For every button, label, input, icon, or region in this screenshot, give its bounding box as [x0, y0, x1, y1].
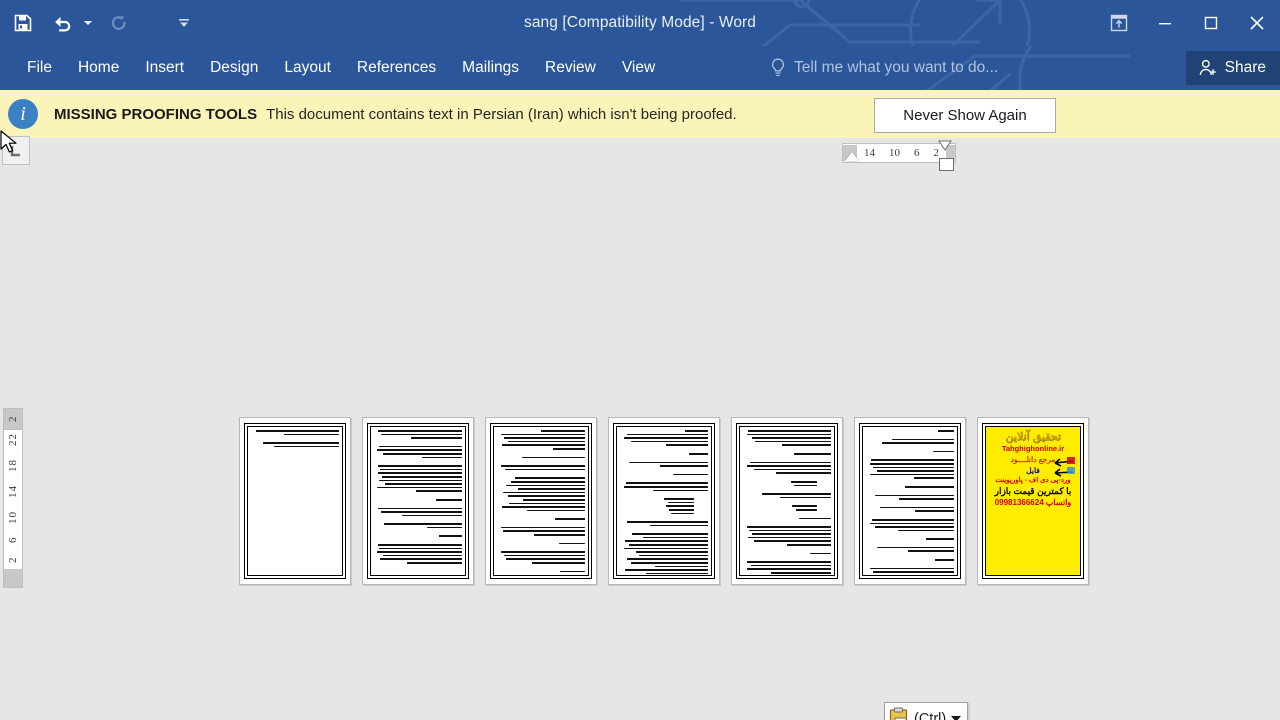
tab-review[interactable]: Review [532, 46, 609, 90]
advert-line-1: تحقیق آنلاین [1005, 431, 1061, 443]
hruler-tick-14: 14 [864, 147, 875, 159]
advert-line-4: فایل [1026, 466, 1040, 475]
word-window: sang [Compatibility Mode] - Word File Ho… [0, 0, 1280, 720]
tab-design[interactable]: Design [197, 46, 271, 90]
tab-mailings[interactable]: Mailings [449, 46, 532, 90]
advert-line-2: Tahghighonline.ir [1001, 444, 1065, 453]
ribbon-tab-strip: File Home Insert Design Layout Reference… [0, 46, 1280, 90]
page-thumbnail-6[interactable] [854, 417, 966, 585]
hruler-tick-10: 10 [889, 147, 900, 159]
never-show-again-button[interactable]: Never Show Again [874, 98, 1056, 133]
paste-options-label: (Ctrl) [914, 711, 947, 720]
share-button[interactable]: Share [1185, 51, 1280, 85]
hanging-indent-marker[interactable] [938, 140, 952, 151]
hruler-tick-6: 6 [914, 147, 920, 159]
ribbon-tabs: File Home Insert Design Layout Reference… [14, 46, 668, 90]
vruler-tick-10: 10 [7, 510, 19, 524]
share-label: Share [1224, 59, 1266, 76]
page-thumbnail-1[interactable] [239, 417, 351, 585]
page-thumbnails: تحقیق آنلاین Tahghighonline.ir مرجع دانل… [239, 417, 1100, 585]
page-thumbnail-7[interactable]: تحقیق آنلاین Tahghighonline.ir مرجع دانل… [977, 417, 1089, 585]
mouse-pointer-icon [0, 130, 17, 153]
tab-insert[interactable]: Insert [132, 46, 197, 90]
advert-content: تحقیق آنلاین Tahghighonline.ir مرجع دانل… [986, 427, 1080, 575]
first-line-indent-marker[interactable] [845, 152, 859, 161]
page-thumbnail-3[interactable] [485, 417, 597, 585]
chevron-down-icon[interactable] [951, 716, 962, 720]
tab-file[interactable]: File [14, 46, 65, 90]
ribbon-display-options-icon[interactable] [1096, 0, 1142, 46]
left-indent-marker[interactable] [939, 158, 954, 171]
vertical-ruler[interactable]: 2 6 10 14 18 22 [3, 408, 23, 588]
window-controls [1096, 0, 1280, 46]
tab-home[interactable]: Home [65, 46, 132, 90]
title-bar: sang [Compatibility Mode] - Word [0, 0, 1280, 46]
lightbulb-icon [772, 58, 784, 76]
clipboard-paste-icon [889, 707, 908, 720]
info-icon: i [8, 99, 38, 129]
advert-line-6: با کمترین قیمت بازار [994, 486, 1072, 496]
vruler-tick-22: 22 [7, 433, 19, 447]
vruler-tick-18: 18 [7, 459, 19, 473]
tab-references[interactable]: References [344, 46, 449, 90]
vruler-tick-14: 14 [7, 485, 19, 499]
document-canvas[interactable]: تحقیق آنلاین Tahghighonline.ir مرجع دانل… [0, 138, 1280, 720]
vruler-top-tick: 2 [3, 408, 23, 430]
advert-arrows-icon [1054, 457, 1075, 477]
paste-options-button[interactable]: (Ctrl) [884, 702, 969, 720]
minimize-icon[interactable] [1142, 0, 1188, 46]
missing-proofing-tools-bar: i MISSING PROOFING TOOLS This document c… [0, 90, 1280, 139]
page-thumbnail-2[interactable] [362, 417, 474, 585]
notification-message: This document contains text in Persian (… [266, 105, 737, 123]
notification-title: MISSING PROOFING TOOLS [54, 105, 258, 123]
window-title: sang [Compatibility Mode] - Word [523, 14, 757, 31]
restore-icon[interactable] [1188, 0, 1234, 46]
tell-me-placeholder: Tell me what you want to do... [794, 59, 999, 76]
horizontal-ruler-ticks: 14 10 6 2 [857, 147, 946, 159]
vruler-bottom-margin [4, 569, 22, 587]
vruler-tick-6: 6 [7, 536, 19, 544]
page-thumbnail-4[interactable] [608, 417, 720, 585]
page-thumbnail-5[interactable] [731, 417, 843, 585]
tab-layout[interactable]: Layout [271, 46, 344, 90]
close-icon[interactable] [1234, 0, 1280, 46]
vruler-tick-2a: 2 [7, 556, 19, 563]
vertical-ruler-ticks: 2 6 10 14 18 22 [7, 427, 19, 569]
tell-me-box[interactable]: Tell me what you want to do... [770, 46, 998, 90]
person-add-icon [1199, 59, 1216, 76]
tab-view[interactable]: View [609, 46, 668, 90]
advert-line-7: واتساپ 09981366624 [994, 498, 1072, 507]
